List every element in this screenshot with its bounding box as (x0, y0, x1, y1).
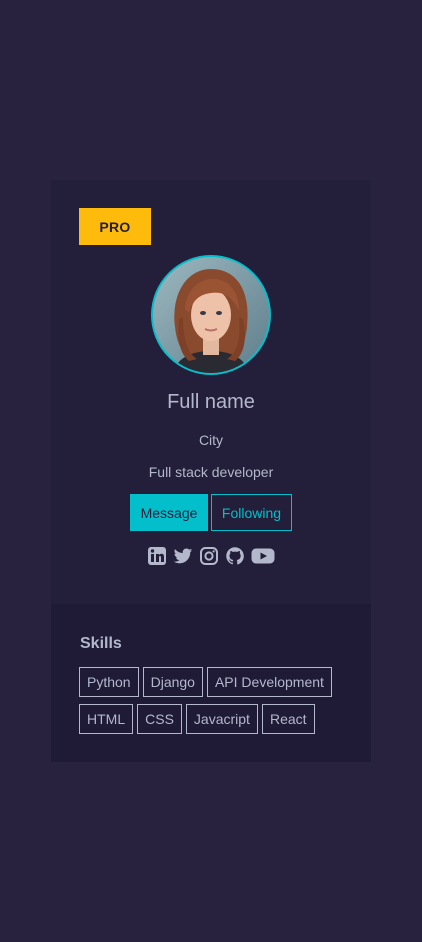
twitter-icon[interactable] (173, 546, 193, 566)
skill-tag: React (261, 704, 315, 734)
full-name: Full name (167, 391, 255, 413)
message-button[interactable]: Message (130, 494, 208, 531)
skill-tag: HTML (79, 704, 134, 734)
skills-section: Skills Python Django API Development HTML CS… (51, 604, 371, 762)
youtube-icon[interactable] (251, 546, 275, 566)
avatar (151, 255, 271, 375)
job-title: Full stack developer (148, 464, 274, 480)
skill-tag: Javacript (185, 704, 258, 734)
avatar-photo (153, 257, 269, 373)
skill-tag: API Development (206, 667, 332, 697)
skill-tag: CSS (137, 704, 182, 734)
instagram-icon[interactable] (199, 546, 219, 566)
profile-card: PRO Full name City Full stack developer … (51, 180, 371, 762)
following-button[interactable]: Following (211, 494, 292, 531)
linkedin-icon[interactable] (147, 546, 167, 566)
pro-badge: PRO (79, 208, 151, 245)
city: City (198, 432, 224, 448)
skill-tag: Python (79, 667, 139, 697)
skills-title: Skills (80, 635, 122, 652)
social-links (51, 546, 371, 566)
skills-list: Python Django API Development HTML CSS Javacr… (79, 667, 349, 741)
skill-tag: Django (142, 667, 203, 697)
github-icon[interactable] (225, 546, 245, 566)
